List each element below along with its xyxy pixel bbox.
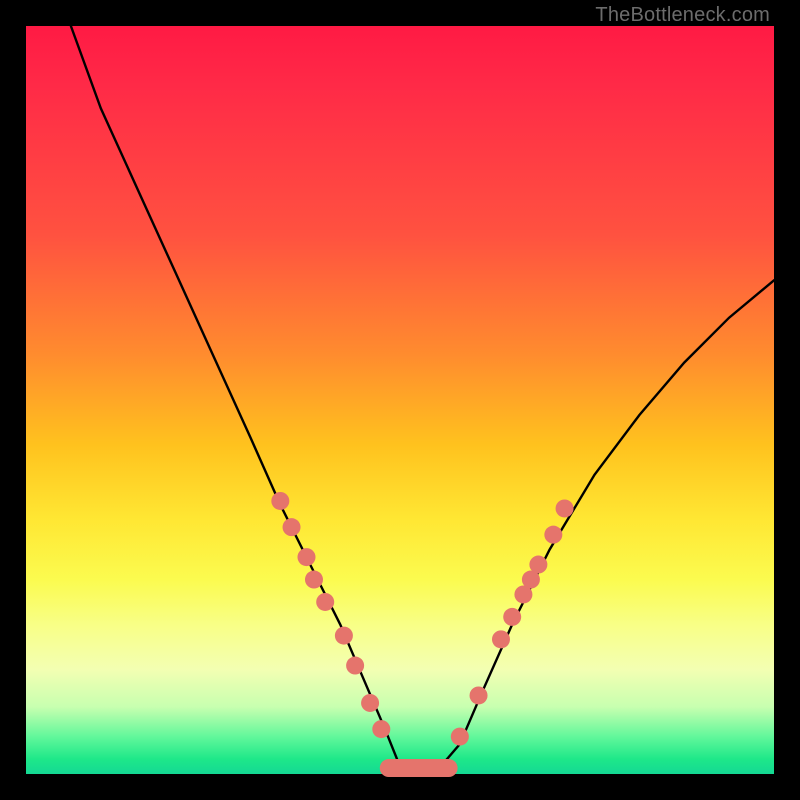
data-point [556, 499, 574, 517]
chart-overlay [26, 26, 774, 774]
data-point [470, 686, 488, 704]
data-point [271, 492, 289, 510]
data-point [372, 720, 390, 738]
data-point [316, 593, 334, 611]
data-point [298, 548, 316, 566]
data-point [492, 630, 510, 648]
data-point [305, 571, 323, 589]
attribution-label: TheBottleneck.com [595, 4, 770, 27]
data-point [335, 627, 353, 645]
data-point [503, 608, 521, 626]
data-point [544, 526, 562, 544]
data-point [283, 518, 301, 536]
data-point-markers [271, 492, 573, 746]
bottleneck-curve [71, 26, 774, 770]
data-point [361, 694, 379, 712]
chart-frame: TheBottleneck.com [0, 0, 800, 800]
data-point [529, 556, 547, 574]
data-point [346, 657, 364, 675]
data-point [451, 728, 469, 746]
bottleneck-curve-path [71, 26, 774, 770]
